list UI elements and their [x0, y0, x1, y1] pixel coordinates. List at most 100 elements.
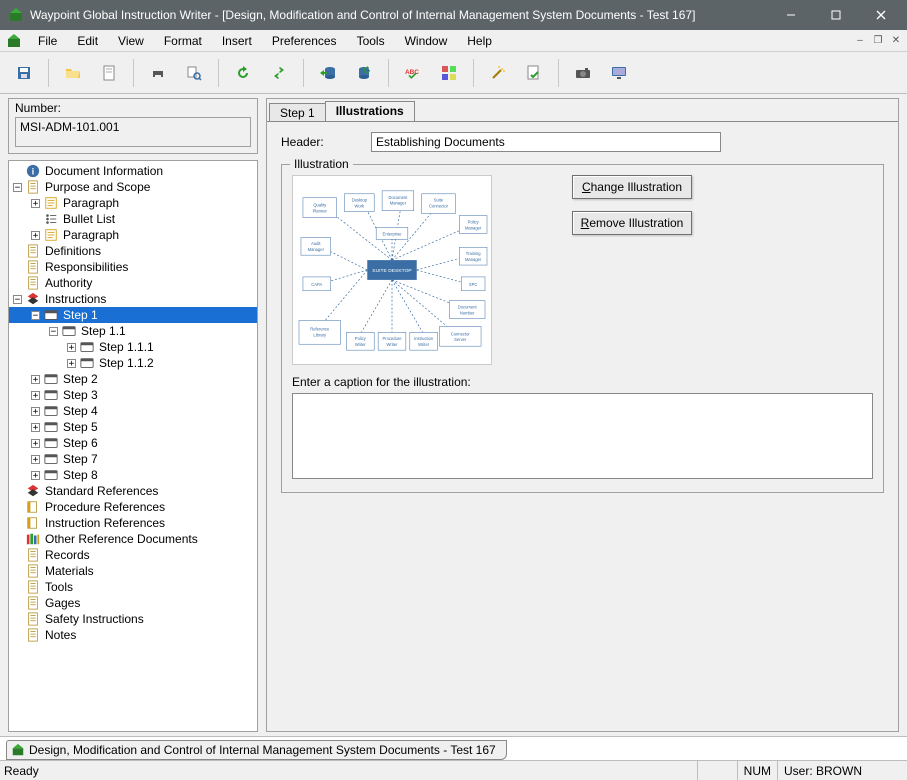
menu-preferences[interactable]: Preferences	[262, 32, 347, 50]
tree-expander[interactable]: −	[49, 327, 58, 336]
tree-expander[interactable]: +	[31, 471, 40, 480]
tree-node[interactable]: Procedure References	[9, 499, 257, 515]
tree-node-label: Records	[43, 548, 92, 562]
svg-text:Policy: Policy	[468, 219, 480, 224]
tree-expander[interactable]: +	[31, 391, 40, 400]
tree-node[interactable]: Notes	[9, 627, 257, 643]
tree-expander[interactable]: −	[13, 295, 22, 304]
document-tree[interactable]: iDocument Information−Purpose and Scope+…	[8, 160, 258, 732]
tree-node[interactable]: +Step 7	[9, 451, 257, 467]
tree-node[interactable]: +Step 6	[9, 435, 257, 451]
menu-tools[interactable]: Tools	[347, 32, 395, 50]
svg-text:Manager: Manager	[465, 257, 482, 262]
print-preview-icon[interactable]	[178, 57, 210, 89]
tree-node[interactable]: iDocument Information	[9, 163, 257, 179]
spellcheck-icon[interactable]: ABC	[397, 57, 429, 89]
tree-node[interactable]: Tools	[9, 579, 257, 595]
tree-expander[interactable]: +	[67, 343, 76, 352]
ref-icon	[25, 499, 41, 515]
mdi-restore-button[interactable]: ❐	[870, 34, 886, 48]
tree-node-label: Step 3	[61, 388, 100, 402]
tree-node[interactable]: Standard References	[9, 483, 257, 499]
close-button[interactable]	[858, 0, 903, 30]
menu-edit[interactable]: Edit	[67, 32, 108, 50]
menu-file[interactable]: File	[28, 32, 67, 50]
tree-node[interactable]: +Step 1.1.2	[9, 355, 257, 371]
tree-expander[interactable]: −	[13, 183, 22, 192]
svg-text:Suite: Suite	[434, 198, 444, 203]
save-icon[interactable]	[8, 57, 40, 89]
tree-node-label: Step 1.1	[79, 324, 128, 338]
tree-node[interactable]: Instruction References	[9, 515, 257, 531]
header-input[interactable]	[371, 132, 721, 152]
tree-node[interactable]: Responsibilities	[9, 259, 257, 275]
blocks-icon[interactable]	[433, 57, 465, 89]
tree-node[interactable]: −Purpose and Scope	[9, 179, 257, 195]
tree-node[interactable]: Other Reference Documents	[9, 531, 257, 547]
db-arrow-icon[interactable]	[312, 57, 344, 89]
tree-node[interactable]: + Step 3	[9, 387, 257, 403]
menu-format[interactable]: Format	[154, 32, 212, 50]
status-user: User: BROWN	[777, 761, 907, 780]
doc-check-icon[interactable]	[518, 57, 550, 89]
tree-node[interactable]: +Step 1.1.1	[9, 339, 257, 355]
svg-text:Library: Library	[313, 332, 327, 337]
doc-icon	[25, 179, 41, 195]
tree-expander[interactable]: +	[31, 455, 40, 464]
tree-node[interactable]: −Step 1	[9, 307, 257, 323]
tree-expander[interactable]: +	[31, 423, 40, 432]
tree-node[interactable]: +Step 2	[9, 371, 257, 387]
doc-icon	[25, 275, 41, 291]
tree-node[interactable]: +Step 4	[9, 403, 257, 419]
document-icon[interactable]	[93, 57, 125, 89]
tree-node[interactable]: Materials	[9, 563, 257, 579]
open-folder-icon[interactable]	[57, 57, 89, 89]
wand-icon[interactable]	[482, 57, 514, 89]
mdi-minimize-button[interactable]: –	[852, 34, 868, 48]
mdi-close-button[interactable]: ✕	[888, 34, 904, 48]
tree-node[interactable]: Gages	[9, 595, 257, 611]
tree-expander[interactable]: −	[31, 311, 40, 320]
tree-node[interactable]: +Step 8	[9, 467, 257, 483]
menu-window[interactable]: Window	[395, 32, 458, 50]
illustration-preview[interactable]: SUITE DESKTOP	[292, 175, 492, 365]
caption-textarea[interactable]	[292, 393, 873, 479]
tree-expander[interactable]: +	[31, 231, 40, 240]
tree-expander[interactable]: +	[31, 375, 40, 384]
svg-text:SPC: SPC	[469, 282, 478, 287]
monitor-icon[interactable]	[603, 57, 635, 89]
print-icon[interactable]	[142, 57, 174, 89]
tab-step1[interactable]: Step 1	[269, 103, 326, 123]
maximize-button[interactable]	[813, 0, 858, 30]
minimize-button[interactable]	[768, 0, 813, 30]
tree-node[interactable]: −Instructions	[9, 291, 257, 307]
tree-expander[interactable]: +	[31, 439, 40, 448]
tree-node[interactable]: Records	[9, 547, 257, 563]
change-illustration-button[interactable]: Change Illustration	[572, 175, 692, 199]
tree-node[interactable]: +Step 5	[9, 419, 257, 435]
menu-help[interactable]: Help	[457, 32, 502, 50]
tree-node[interactable]: Safety Instructions	[9, 611, 257, 627]
remove-illustration-button[interactable]: Remove Illustration	[572, 211, 692, 235]
step-icon	[43, 403, 59, 419]
tree-node[interactable]: Authority	[9, 275, 257, 291]
tab-illustrations[interactable]: Illustrations	[325, 101, 415, 121]
document-tab[interactable]: Design, Modification and Control of Inte…	[6, 740, 507, 760]
tree-expander[interactable]: +	[67, 359, 76, 368]
refresh-icon[interactable]	[227, 57, 259, 89]
swap-icon[interactable]	[263, 57, 295, 89]
menu-insert[interactable]: Insert	[212, 32, 262, 50]
tree-expander[interactable]: +	[31, 407, 40, 416]
camera-icon[interactable]	[567, 57, 599, 89]
svg-text:SUITE DESKTOP: SUITE DESKTOP	[372, 268, 412, 274]
tree-node[interactable]: − Step 1.1	[9, 323, 257, 339]
db-refresh-icon[interactable]	[348, 57, 380, 89]
step-icon	[61, 323, 77, 339]
tree-node[interactable]: +Paragraph	[9, 195, 257, 211]
tree-expander[interactable]: +	[31, 199, 40, 208]
tree-node[interactable]: Definitions	[9, 243, 257, 259]
tree-node[interactable]: +Paragraph	[9, 227, 257, 243]
tree-node[interactable]: Bullet List	[9, 211, 257, 227]
svg-text:Work: Work	[355, 204, 366, 209]
menu-view[interactable]: View	[108, 32, 154, 50]
